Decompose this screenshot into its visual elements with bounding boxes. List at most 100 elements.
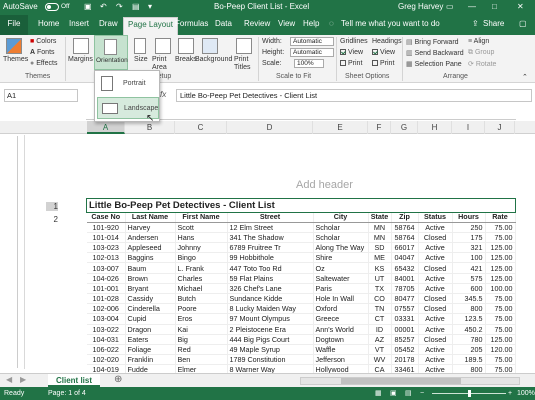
fonts-button[interactable]: A Fonts [30, 49, 55, 56]
table-cell[interactable]: MN [368, 232, 392, 244]
table-cell[interactable]: Hole In Wall [313, 293, 369, 305]
table-cell[interactable]: 106-022 [87, 344, 126, 356]
close-button[interactable]: ✕ [517, 2, 524, 11]
table-cell[interactable]: 101-028 [87, 293, 126, 305]
sheet-tab-client-list[interactable]: Client list [48, 374, 101, 387]
table-cell[interactable]: 05452 [391, 344, 419, 356]
table-cell[interactable]: 102-020 [87, 354, 126, 366]
tab-file[interactable]: File [0, 15, 28, 35]
table-cell[interactable]: Dragon [125, 324, 176, 335]
collapse-ribbon-icon[interactable]: ⌃ [522, 73, 528, 81]
column-heading-cell[interactable]: Case No [87, 212, 126, 223]
table-cell[interactable]: 8 Lucky Maiden Way [227, 303, 314, 315]
table-cell[interactable]: Scott [175, 222, 228, 233]
table-cell[interactable]: 125.00 [485, 242, 516, 254]
column-header-e[interactable]: E [313, 121, 368, 134]
table-cell[interactable]: Eros [175, 313, 228, 325]
table-cell[interactable]: 65432 [391, 262, 419, 274]
table-cell[interactable]: AZ [368, 334, 392, 345]
background-button[interactable]: Background [195, 56, 232, 63]
tell-me-search[interactable]: Tell me what you want to do [341, 19, 440, 28]
table-cell[interactable]: Active [418, 273, 453, 284]
table-cell[interactable]: 101-001 [87, 283, 126, 295]
table-cell[interactable]: Active [418, 252, 453, 264]
insert-function-icon[interactable]: fx [160, 90, 166, 99]
page-break-view-icon[interactable]: ▤ [405, 387, 412, 400]
table-cell[interactable]: Harvey [125, 222, 176, 233]
table-cell[interactable]: Closed [418, 293, 453, 305]
table-cell[interactable]: Closed [418, 334, 453, 345]
table-cell[interactable]: 03331 [391, 313, 419, 325]
user-name[interactable]: Greg Harvey [398, 2, 443, 11]
table-cell[interactable]: 75.00 [485, 303, 516, 315]
zoom-in-icon[interactable]: + [508, 387, 512, 400]
save-icon[interactable]: ▣ [84, 2, 92, 11]
scrollbar-thumb[interactable] [341, 378, 461, 384]
height-dropdown[interactable]: Automatic [290, 48, 334, 57]
tab-draw[interactable]: Draw [99, 19, 118, 28]
column-header-i[interactable]: I [452, 121, 485, 134]
table-cell[interactable]: 345.5 [452, 293, 486, 305]
table-cell[interactable]: Dogtown [313, 334, 369, 345]
table-cell[interactable]: 78705 [391, 283, 419, 295]
undo-icon[interactable]: ↶ [100, 2, 107, 11]
table-cell[interactable]: Ann's World [313, 324, 369, 335]
table-cell[interactable]: 205 [452, 344, 486, 356]
table-cell[interactable]: Hans [175, 232, 228, 244]
column-header-f[interactable]: F [368, 121, 391, 134]
table-cell[interactable]: TX [368, 283, 392, 295]
column-heading-cell[interactable]: Hours [452, 212, 486, 223]
table-cell[interactable]: WV [368, 354, 392, 366]
table-cell[interactable]: 75.00 [485, 232, 516, 244]
gridlines-print-checkbox[interactable]: Print [340, 60, 362, 67]
add-header-placeholder[interactable]: Add header [296, 179, 353, 191]
table-cell[interactable]: MN [368, 222, 392, 233]
table-cell[interactable]: Charles [175, 273, 228, 284]
table-cell[interactable]: Baum [125, 262, 176, 274]
table-cell[interactable]: 59 Flat Plains [227, 273, 314, 284]
themes-button[interactable]: Themes [3, 56, 28, 63]
table-cell[interactable]: Shire [313, 252, 369, 264]
column-header-c[interactable]: C [175, 121, 227, 134]
table-cell[interactable]: 75.00 [485, 313, 516, 325]
column-heading-cell[interactable]: Status [418, 212, 453, 223]
column-heading-cell[interactable]: Rate [485, 212, 516, 223]
table-cell[interactable]: Paris [313, 283, 369, 295]
column-heading-cell[interactable]: Street [227, 212, 314, 223]
tab-formulas[interactable]: Formulas [175, 19, 208, 28]
headings-view-checkbox[interactable]: View [372, 49, 395, 56]
table-cell[interactable]: Active [418, 354, 453, 366]
table-cell[interactable]: KS [368, 262, 392, 274]
table-cell[interactable]: 6789 Fruitree Tr [227, 242, 314, 254]
table-cell[interactable]: 75.00 [485, 222, 516, 233]
table-cell[interactable]: 120.00 [485, 344, 516, 356]
table-cell[interactable]: 103-007 [87, 262, 126, 274]
add-sheet-icon[interactable]: ⊕ [114, 374, 122, 385]
zoom-slider-thumb[interactable] [468, 390, 471, 397]
table-cell[interactable]: 101-920 [87, 222, 126, 233]
table-cell[interactable]: 125.00 [485, 262, 516, 274]
zoom-out-icon[interactable]: − [420, 387, 424, 400]
table-cell[interactable]: Oxford [313, 303, 369, 315]
table-cell[interactable]: 12 Elm Street [227, 222, 314, 233]
scroll-right-icon[interactable]: ▶ [20, 375, 26, 384]
column-header-j[interactable]: J [485, 121, 515, 134]
column-header-g[interactable]: G [391, 121, 418, 134]
table-cell[interactable]: Sundance Kidde [227, 293, 314, 305]
name-box[interactable]: A1 [4, 89, 78, 102]
column-header-h[interactable]: H [418, 121, 452, 134]
formula-input[interactable]: Little Bo-Peep Pet Detectives - Client L… [176, 89, 532, 102]
print-titles-button[interactable]: Print Titles [234, 56, 258, 72]
align-button[interactable]: ≡ Align [468, 38, 489, 45]
orientation-button[interactable]: Orientation [94, 35, 128, 70]
selection-pane-button[interactable]: ▦ Selection Pane [406, 60, 462, 68]
table-cell[interactable]: 100 [452, 252, 486, 264]
table-cell[interactable]: 103-022 [87, 324, 126, 335]
table-cell[interactable]: Active [418, 242, 453, 254]
table-cell[interactable]: 04047 [391, 252, 419, 264]
table-cell[interactable]: 99 Hobbithole [227, 252, 314, 264]
table-cell[interactable]: Closed [418, 262, 453, 274]
breaks-icon[interactable] [178, 38, 194, 54]
table-cell[interactable]: 447 Toto Too Rd [227, 262, 314, 274]
table-cell[interactable]: 326 Chef's Lane [227, 283, 314, 295]
